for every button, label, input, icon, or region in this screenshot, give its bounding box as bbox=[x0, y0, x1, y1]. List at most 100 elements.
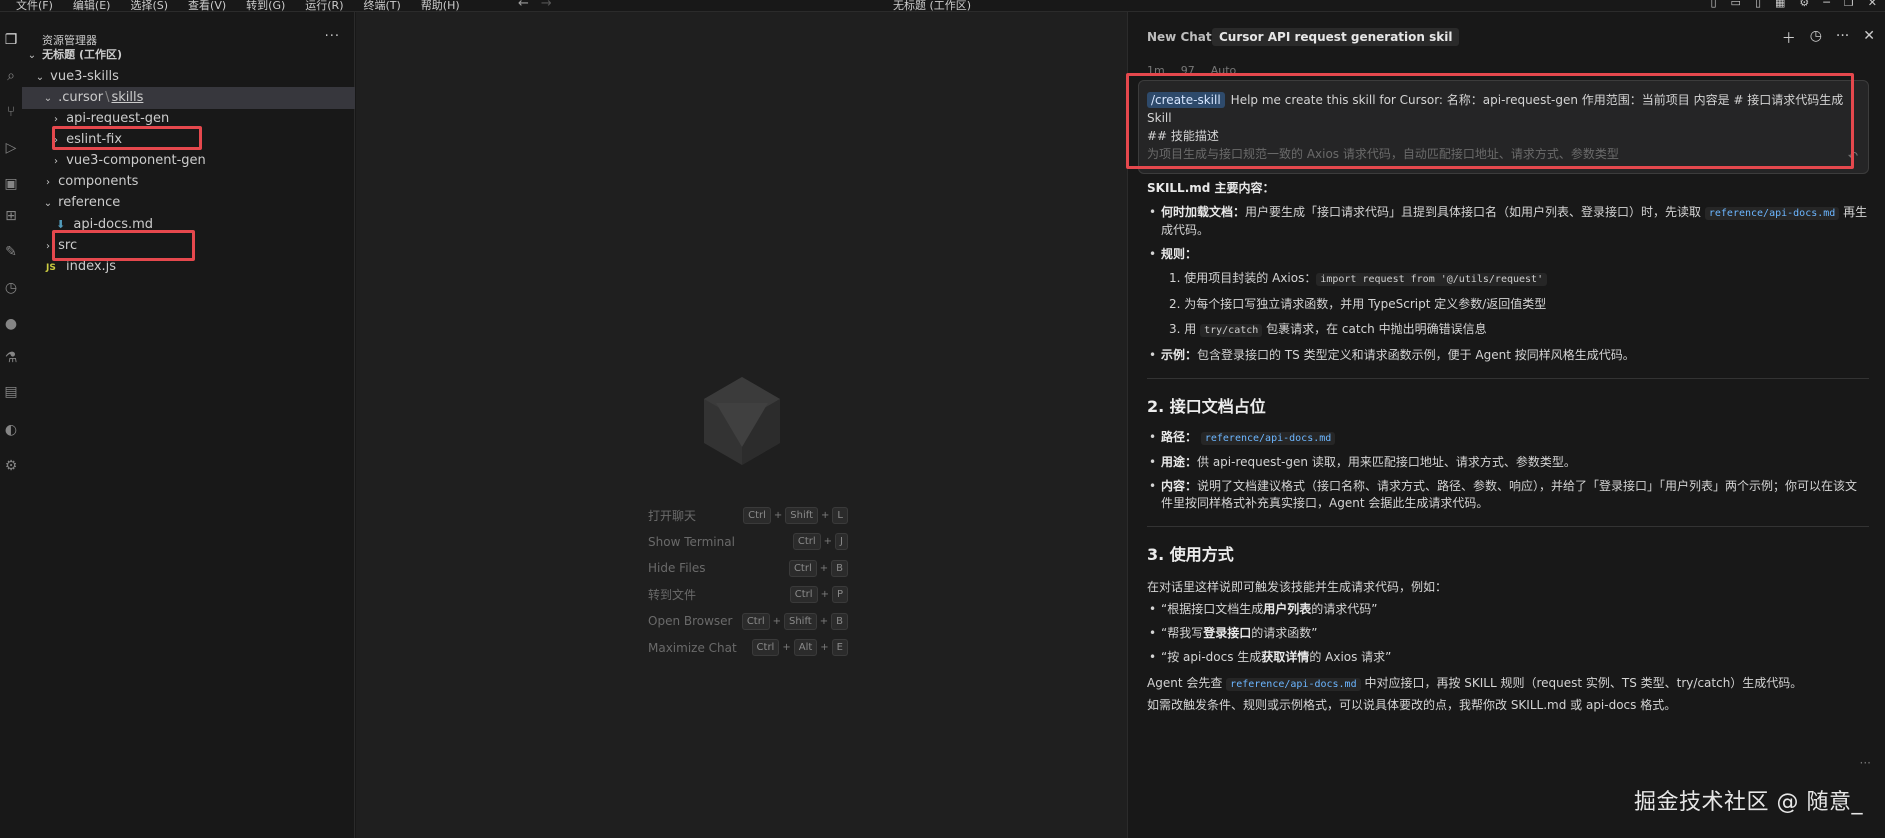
menu-selection[interactable]: 选择(S) bbox=[130, 0, 168, 11]
chevron-right-icon: › bbox=[54, 156, 58, 167]
chevron-right-icon: › bbox=[54, 135, 58, 146]
shortcut-go-to-file[interactable]: 转到文件 Ctrl + P bbox=[648, 582, 848, 609]
slash-command-chip: /create-skill bbox=[1147, 92, 1225, 108]
menu-go[interactable]: 转到(G) bbox=[246, 0, 285, 11]
remote-explorer-icon[interactable]: ▣ bbox=[0, 176, 22, 192]
list-item: 规则： bbox=[1147, 246, 1869, 263]
menu-view[interactable]: 查看(V) bbox=[188, 0, 226, 11]
minimize-icon[interactable]: ─ bbox=[1823, 0, 1830, 9]
chat-toolbar: ＋ ◷ ··· ✕ bbox=[1782, 28, 1875, 48]
menu-run[interactable]: 运行(R) bbox=[305, 0, 343, 11]
activity-bar: ❐ ⌕ ⑂ ▷ ▣ ⊞ ✎ ◷ ● ⚗ ▤ ◐ ⚙ bbox=[0, 12, 22, 838]
tree-file-index-js[interactable]: JS index.js bbox=[22, 256, 355, 278]
file-link[interactable]: reference/api-docs.md bbox=[1226, 678, 1361, 691]
shortcut-open-chat[interactable]: 打开聊天 Ctrl + Shift + L bbox=[648, 502, 848, 529]
run-debug-icon[interactable]: ▷ bbox=[0, 140, 22, 156]
menu-edit[interactable]: 编辑(E) bbox=[73, 0, 111, 11]
menu-file[interactable]: 文件(F) bbox=[16, 0, 53, 11]
file-link[interactable]: reference/api-docs.md bbox=[1200, 432, 1336, 445]
settings-cog-icon[interactable]: ⚙ bbox=[0, 458, 22, 474]
tree-workspace[interactable]: ⌄ 无标题 (工作区) bbox=[22, 44, 355, 66]
source-control-icon[interactable]: ⑂ bbox=[0, 104, 22, 120]
cursor-logo-icon bbox=[704, 377, 780, 465]
github-icon[interactable]: ● bbox=[0, 316, 22, 332]
layout-panel-icon[interactable]: ▭ bbox=[1731, 0, 1741, 9]
close-chat-icon[interactable]: ✕ bbox=[1863, 28, 1875, 48]
list-item: “帮我写登录接口的请求函数” bbox=[1147, 625, 1869, 642]
tree-folder-reference[interactable]: ⌄ reference bbox=[22, 192, 355, 214]
list-item: 路径： reference/api-docs.md bbox=[1147, 429, 1869, 447]
layout-secondary-icon[interactable]: ▯ bbox=[1755, 0, 1761, 9]
section-heading-3: 3. 使用方式 bbox=[1147, 545, 1234, 564]
closing-note: 如需改触发条件、规则或示例格式，可以说具体要改的点，我帮你改 SKILL.md … bbox=[1147, 698, 1677, 712]
tree-file-api-docs[interactable]: ⬇ api-docs.md bbox=[22, 214, 355, 236]
shortcut-list: 打开聊天 Ctrl + Shift + L Show Terminal Ctrl + J H… bbox=[648, 502, 848, 661]
tree-folder-vue3-component-gen[interactable]: › vue3-component-gen bbox=[22, 150, 355, 172]
prompt-line-3: 为项目生成与接口规范一致的 Axios 请求代码，自动匹配接口地址、请求方式、参… bbox=[1147, 147, 1619, 161]
menu-terminal[interactable]: 终端(T) bbox=[364, 0, 401, 11]
usage-intro: 在对话里这样说即可触发该技能并生成请求代码，例如： bbox=[1147, 580, 1448, 594]
prompt-line-2: ## 技能描述 bbox=[1147, 129, 1219, 143]
message-more-icon[interactable]: ··· bbox=[1860, 756, 1871, 770]
chevron-right-icon: › bbox=[54, 114, 58, 125]
explorer-files-icon[interactable]: ❐ bbox=[0, 32, 22, 48]
extensions-icon[interactable]: ⊞ bbox=[0, 208, 22, 224]
brush-icon[interactable]: ✎ bbox=[0, 244, 22, 260]
prompt-line-1: Help me create this skill for Cursor: 名称… bbox=[1147, 93, 1844, 125]
tree-folder-api-request-gen[interactable]: › api-request-gen bbox=[22, 108, 355, 130]
package-icon[interactable]: ▤ bbox=[0, 384, 22, 400]
agent-summary: Agent 会先查 reference/api-docs.md 中对应接口，再按… bbox=[1147, 676, 1803, 691]
user-prompt-bubble[interactable]: /create-skill Help me create this skill f… bbox=[1138, 80, 1869, 174]
flask-icon[interactable]: ⚗ bbox=[0, 350, 22, 366]
history-clock-icon[interactable]: ◷ bbox=[1810, 28, 1822, 48]
file-link[interactable]: reference/api-docs.md bbox=[1704, 207, 1840, 220]
divider bbox=[1147, 526, 1869, 527]
editor-area: 打开聊天 Ctrl + Shift + L Show Terminal Ctrl + J H… bbox=[356, 12, 1127, 838]
title-bar: 文件(F) 编辑(E) 选择(S) 查看(V) 转到(G) 运行(R) 终端(T… bbox=[0, 0, 1885, 12]
chevron-down-icon: ⌄ bbox=[43, 93, 53, 104]
list-item: 内容：说明了文档建议格式（接口名称、请求方式、路径、参数、响应），并给了「登录接… bbox=[1147, 478, 1869, 512]
watermark: 掘金技术社区 @ 随意_ bbox=[1634, 790, 1863, 815]
explorer-panel: 资源管理器 ··· ⌄ 无标题 (工作区) ⌄ vue3-skills ⌄ .c… bbox=[22, 12, 355, 838]
tab-active-chat[interactable]: Cursor API request generation skil bbox=[1212, 28, 1460, 46]
menu-help[interactable]: 帮助(H) bbox=[421, 0, 460, 11]
shortcut-hide-files[interactable]: Hide Files Ctrl + B bbox=[648, 555, 848, 582]
section-heading-2: 2. 接口文档占位 bbox=[1147, 397, 1266, 416]
settings-gear-icon[interactable]: ⚙ bbox=[1799, 0, 1809, 9]
javascript-file-icon: JS bbox=[46, 263, 56, 273]
divider bbox=[1147, 378, 1869, 379]
restore-checkpoint-icon[interactable]: ↶ bbox=[1848, 149, 1858, 163]
window-title: 无标题 (工作区) bbox=[893, 0, 972, 12]
close-window-icon[interactable]: ✕ bbox=[1868, 0, 1877, 9]
forward-arrow-icon[interactable]: → bbox=[541, 0, 552, 11]
list-item: 用途：供 api-request-gen 读取，用来匹配接口地址、请求方式、参数… bbox=[1147, 454, 1869, 471]
layout-sidebar-icon[interactable]: ▯ bbox=[1710, 0, 1716, 9]
chat-meta: 1m 97 Auto bbox=[1147, 64, 1237, 77]
tree-folder-src[interactable]: › src bbox=[22, 235, 355, 257]
tree-folder-components[interactable]: › components bbox=[22, 171, 355, 193]
back-arrow-icon[interactable]: ← bbox=[518, 0, 529, 11]
restore-icon[interactable]: ❐ bbox=[1844, 0, 1854, 9]
shortcut-open-browser[interactable]: Open Browser Ctrl + Shift + B bbox=[648, 608, 848, 635]
layout-custom-icon[interactable]: ▦ bbox=[1775, 0, 1785, 9]
tab-new-chat[interactable]: New Chat bbox=[1147, 30, 1212, 44]
tree-folder-eslint-fix[interactable]: › eslint-fix bbox=[22, 129, 355, 151]
timeline-icon[interactable]: ◷ bbox=[0, 280, 22, 296]
explorer-more-icon[interactable]: ··· bbox=[325, 29, 340, 44]
tree-folder-cursor-skills[interactable]: ⌄ .cursor \ skills bbox=[22, 87, 355, 109]
tree-folder-vue3-skills[interactable]: ⌄ vue3-skills bbox=[22, 66, 355, 88]
edge-icon[interactable]: ◐ bbox=[0, 422, 22, 438]
chevron-right-icon: › bbox=[46, 241, 50, 252]
shortcut-maximize-chat[interactable]: Maximize Chat Ctrl + Alt + E bbox=[648, 635, 848, 662]
chevron-down-icon: ⌄ bbox=[43, 198, 53, 209]
list-item: 示例：包含登录接口的 TS 类型定义和请求函数示例，便于 Agent 按同样风格… bbox=[1147, 347, 1869, 364]
search-icon[interactable]: ⌕ bbox=[0, 68, 22, 84]
shortcut-show-terminal[interactable]: Show Terminal Ctrl + J bbox=[648, 529, 848, 556]
assistant-response: SKILL.md 主要内容： 何时加载文档：用户要生成「接口请求代码」且提到具体… bbox=[1147, 178, 1869, 715]
chevron-down-icon: ⌄ bbox=[35, 72, 45, 83]
list-item: “按 api-docs 生成获取详情的 Axios 请求” bbox=[1147, 649, 1869, 666]
new-chat-plus-icon[interactable]: ＋ bbox=[1782, 28, 1796, 48]
more-options-icon[interactable]: ··· bbox=[1836, 28, 1849, 48]
chat-panel: New Chat Cursor API request generation s… bbox=[1127, 12, 1885, 838]
markdown-file-icon: ⬇ bbox=[56, 218, 66, 231]
